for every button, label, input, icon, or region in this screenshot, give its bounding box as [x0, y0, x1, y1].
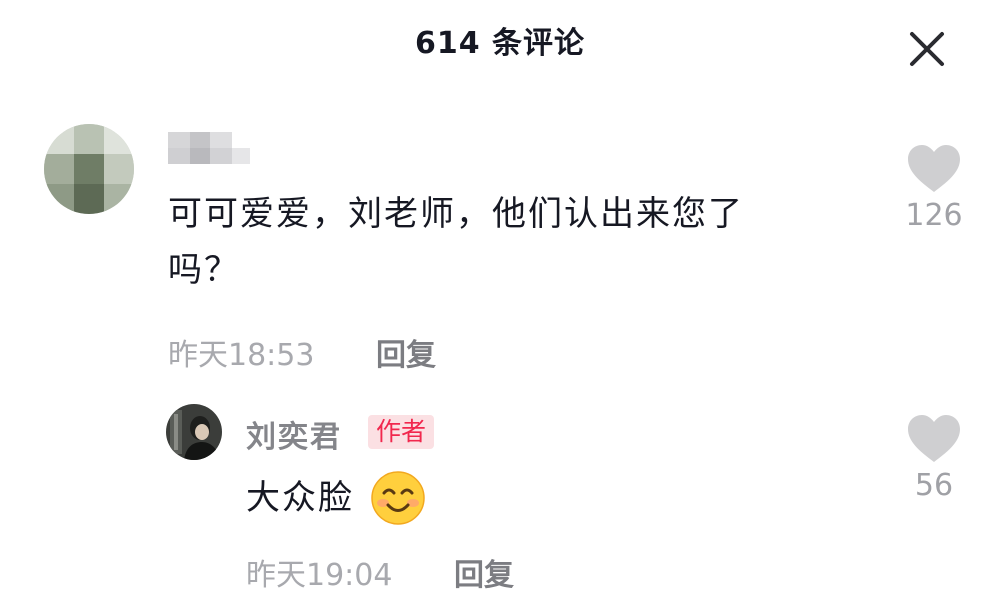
- reply-username[interactable]: 刘奕君: [246, 412, 342, 456]
- like-count: 126: [905, 198, 963, 233]
- reply-text: 大众脸: [246, 478, 354, 518]
- author-avatar[interactable]: [166, 404, 222, 460]
- blurred-username: [168, 132, 250, 164]
- like-button[interactable]: [906, 144, 962, 194]
- reply-button[interactable]: 回复: [454, 550, 514, 594]
- comment-timestamp: 昨天18:53: [168, 338, 315, 373]
- author-avatar-image: [166, 404, 222, 460]
- smiling-face-icon: [370, 470, 426, 526]
- like-count: 56: [914, 468, 954, 503]
- heart-icon: [908, 145, 960, 192]
- reply-timestamp: 昨天19:04: [246, 558, 393, 593]
- close-icon: [910, 32, 944, 66]
- like-button[interactable]: [906, 414, 962, 464]
- comment-text: 可可爱爱，刘老师，他们认出来您了 吗？: [168, 186, 858, 298]
- avatar[interactable]: [44, 124, 134, 214]
- comment-text-line: 吗？: [168, 250, 240, 290]
- blurred-avatar-image: [44, 124, 134, 214]
- heart-icon: [908, 415, 960, 462]
- close-button[interactable]: [900, 22, 954, 76]
- username-blurred[interactable]: [168, 130, 252, 166]
- reply-button[interactable]: 回复: [376, 330, 436, 374]
- comments-count-title: 614 条评论: [414, 26, 586, 61]
- comment-text-line: 可可爱爱，刘老师，他们认出来您了: [168, 194, 744, 234]
- author-badge: 作者: [368, 415, 435, 449]
